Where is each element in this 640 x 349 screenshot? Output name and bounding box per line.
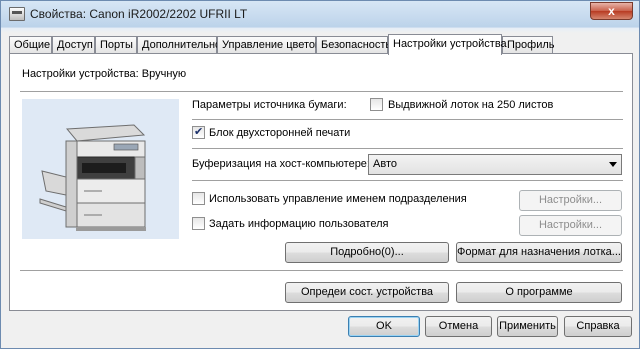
duplex-label: Блок двухсторонней печати bbox=[209, 127, 351, 139]
user-info-settings-button[interactable]: Настройки... bbox=[519, 215, 622, 236]
close-button[interactable]: x bbox=[590, 2, 633, 20]
printer-icon bbox=[9, 7, 25, 21]
tab-security[interactable]: Безопасность bbox=[316, 36, 391, 54]
about-button[interactable]: О программе bbox=[456, 282, 622, 303]
tab-color-management[interactable]: Управление цветом bbox=[217, 36, 323, 54]
user-info-checkbox[interactable] bbox=[192, 217, 205, 230]
divider bbox=[192, 148, 623, 149]
cancel-button[interactable]: Отмена bbox=[425, 316, 492, 337]
divider bbox=[20, 270, 623, 271]
dept-id-checkbox[interactable] bbox=[192, 192, 205, 205]
ok-button[interactable]: OK bbox=[348, 316, 420, 337]
tab-device-settings[interactable]: Настройки устройства bbox=[388, 34, 507, 55]
divider bbox=[192, 119, 623, 120]
window-title: Свойства: Canon iR2002/2202 UFRII LT bbox=[30, 7, 248, 21]
tab-profile[interactable]: Профиль bbox=[502, 36, 555, 54]
spooling-select[interactable]: Авто bbox=[368, 154, 622, 175]
device-settings-mode: Настройки устройства: Вручную bbox=[22, 68, 187, 80]
copier-icon bbox=[39, 124, 146, 231]
get-device-status-button[interactable]: Опредеи сост. устройства bbox=[285, 282, 449, 303]
help-button[interactable]: Справка bbox=[564, 316, 632, 337]
properties-window: Свойства: Canon iR2002/2202 UFRII LT x О… bbox=[0, 0, 640, 349]
dropdown-arrow-icon bbox=[609, 162, 617, 167]
drawer-label: Выдвижной лоток на 250 листов bbox=[388, 99, 554, 111]
apply-button[interactable]: Применить bbox=[497, 316, 558, 337]
dept-id-label: Использовать управление именем подраздел… bbox=[209, 193, 467, 205]
title-bar: Свойства: Canon iR2002/2202 UFRII LT x bbox=[1, 1, 639, 27]
details-button[interactable]: Подробно(0)... bbox=[285, 242, 449, 263]
tab-advanced[interactable]: Дополнительно bbox=[137, 36, 221, 54]
tab-general[interactable]: Общие bbox=[9, 36, 52, 54]
divider bbox=[20, 91, 623, 92]
printer-illustration bbox=[22, 99, 179, 239]
drawer-checkbox[interactable] bbox=[370, 98, 383, 111]
tab-sharing[interactable]: Доступ bbox=[52, 36, 95, 54]
dept-id-settings-button[interactable]: Настройки... bbox=[519, 190, 622, 211]
duplex-checkbox[interactable] bbox=[192, 125, 205, 139]
divider bbox=[192, 180, 623, 181]
tab-ports[interactable]: Порты bbox=[95, 36, 137, 54]
user-info-label: Задать информацию пользователя bbox=[209, 218, 389, 230]
spooling-value: Авто bbox=[373, 158, 397, 170]
tray-format-button[interactable]: Формат для назначения лотка... bbox=[456, 242, 622, 263]
spooling-label: Буферизация на хост-компьютере: bbox=[192, 158, 370, 170]
tab-strip: Общие Доступ Порты Дополнительно Управле… bbox=[9, 34, 633, 55]
device-settings-panel: Настройки устройства: Вручную Параметры bbox=[9, 53, 633, 311]
paper-source-label: Параметры источника бумаги: bbox=[192, 99, 347, 111]
